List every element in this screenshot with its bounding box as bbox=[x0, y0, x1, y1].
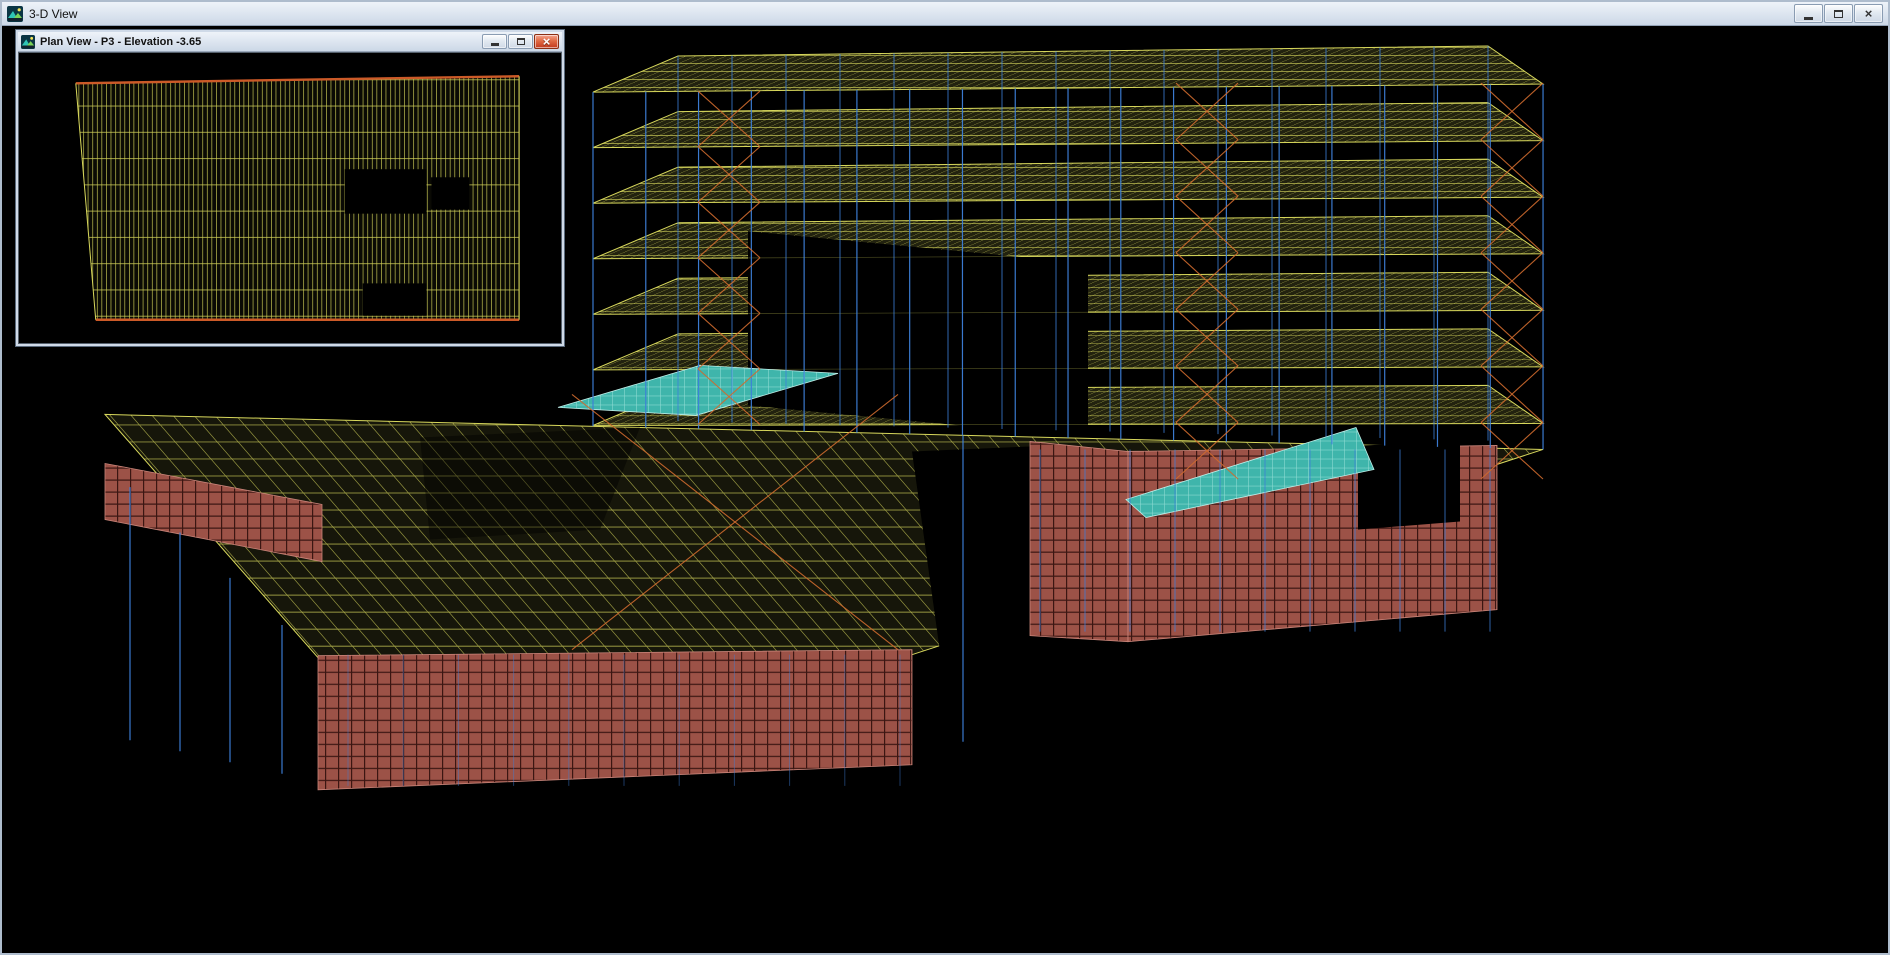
minimize-icon bbox=[1804, 17, 1813, 20]
plan-minimize-button[interactable] bbox=[482, 34, 507, 49]
main-titlebar[interactable]: 3-D View × bbox=[2, 2, 1888, 26]
plan-content bbox=[18, 52, 562, 344]
plan-viewport[interactable] bbox=[19, 53, 561, 343]
plan-window-title: Plan View - P3 - Elevation -3.65 bbox=[40, 36, 477, 48]
main-content: Plan View - P3 - Elevation -3.65 × bbox=[2, 26, 1888, 953]
main-window: 3-D View × bbox=[0, 0, 1890, 955]
main-window-controls: × bbox=[1794, 4, 1883, 23]
plan-window-controls: × bbox=[482, 34, 559, 49]
close-button[interactable]: × bbox=[1854, 4, 1883, 23]
main-window-title: 3-D View bbox=[29, 7, 1788, 21]
maximize-icon bbox=[1834, 10, 1843, 18]
plan-close-icon: × bbox=[543, 35, 551, 48]
plan-maximize-button[interactable] bbox=[508, 34, 533, 49]
plan-window: Plan View - P3 - Elevation -3.65 × bbox=[15, 29, 565, 347]
plan-close-button[interactable]: × bbox=[534, 34, 559, 49]
maximize-button[interactable] bbox=[1824, 4, 1853, 23]
plan-window-icon bbox=[21, 35, 35, 49]
close-icon: × bbox=[1865, 7, 1873, 20]
minimize-button[interactable] bbox=[1794, 4, 1823, 23]
plan-maximize-icon bbox=[517, 38, 525, 45]
application: 3-D View × bbox=[0, 0, 1890, 955]
app-icon bbox=[7, 6, 23, 22]
plan-minimize-icon bbox=[491, 43, 499, 46]
plan-titlebar[interactable]: Plan View - P3 - Elevation -3.65 × bbox=[18, 32, 562, 52]
